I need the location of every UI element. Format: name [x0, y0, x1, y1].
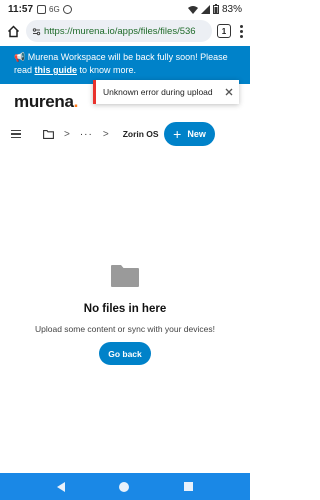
browser-menu-button[interactable]: [237, 24, 245, 38]
breadcrumb-current-folder[interactable]: Zorin OS: [123, 129, 159, 139]
close-icon: [225, 88, 233, 96]
toast-close-button[interactable]: [225, 88, 233, 96]
plus-icon: +: [173, 126, 182, 142]
url-text[interactable]: https://murena.io/apps/files/files/536: [44, 26, 196, 37]
logo-dot: .: [73, 92, 79, 111]
breadcrumb-separator: >: [64, 128, 70, 140]
home-button[interactable]: [5, 23, 21, 39]
menu-dot: [239, 34, 243, 38]
logo-text: murena: [14, 92, 74, 111]
home-icon: [7, 24, 19, 37]
breadcrumb-separator: >: [102, 128, 109, 140]
wifi-icon: [187, 5, 198, 14]
hamburger-line: [11, 133, 21, 135]
menu-dot: [239, 24, 243, 28]
navigation-toggle[interactable]: [11, 129, 21, 139]
toast-message: Unknown error during upload: [103, 87, 213, 97]
shield-icon: [62, 4, 72, 14]
new-button-label: New: [187, 129, 206, 139]
files-toolbar: > ··· > Zorin OS + New: [0, 120, 250, 148]
back-icon[interactable]: [57, 481, 66, 492]
tab-switcher-button[interactable]: 1: [217, 24, 231, 38]
menu-dot: [239, 29, 243, 33]
network-icon: 6G: [49, 4, 60, 14]
new-button[interactable]: + New: [164, 122, 215, 146]
breadcrumb-home[interactable]: [43, 129, 54, 139]
go-back-button[interactable]: Go back: [99, 342, 151, 365]
empty-state-subtitle: Upload some content or sync with your de…: [34, 324, 215, 334]
signal-icon: [200, 4, 210, 14]
notification-icon: [37, 4, 47, 14]
system-navigation-bar: [0, 473, 250, 500]
murena-logo[interactable]: murena.: [14, 92, 78, 112]
status-bar: 11:57 6G 83%: [0, 0, 250, 18]
status-time: 11:57: [8, 3, 34, 15]
battery-level: 83%: [221, 3, 242, 15]
folder-icon: [111, 265, 139, 287]
empty-state-title: No files in here: [83, 303, 167, 315]
folder-icon: [43, 129, 54, 139]
hamburger-line: [11, 129, 21, 132]
recent-apps-icon[interactable]: [183, 482, 193, 491]
guide-link[interactable]: this guide: [35, 65, 78, 75]
home-circle-icon[interactable]: [119, 481, 130, 492]
battery-icon: [212, 4, 219, 14]
status-right: 83%: [187, 3, 242, 15]
browser-toolbar: https://murena.io/apps/files/files/536 1: [0, 18, 250, 44]
status-icons: 6G: [37, 4, 72, 14]
announcement-banner: 📢 Murena Workspace will be back fully so…: [0, 46, 250, 84]
url-bar[interactable]: https://murena.io/apps/files/files/536: [26, 20, 212, 42]
breadcrumb-ellipsis[interactable]: ···: [80, 129, 93, 140]
error-toast: Unknown error during upload: [93, 80, 239, 104]
hamburger-line: [11, 136, 21, 139]
announcement-suffix: to know more.: [77, 65, 137, 75]
site-info-icon[interactable]: [32, 27, 41, 36]
